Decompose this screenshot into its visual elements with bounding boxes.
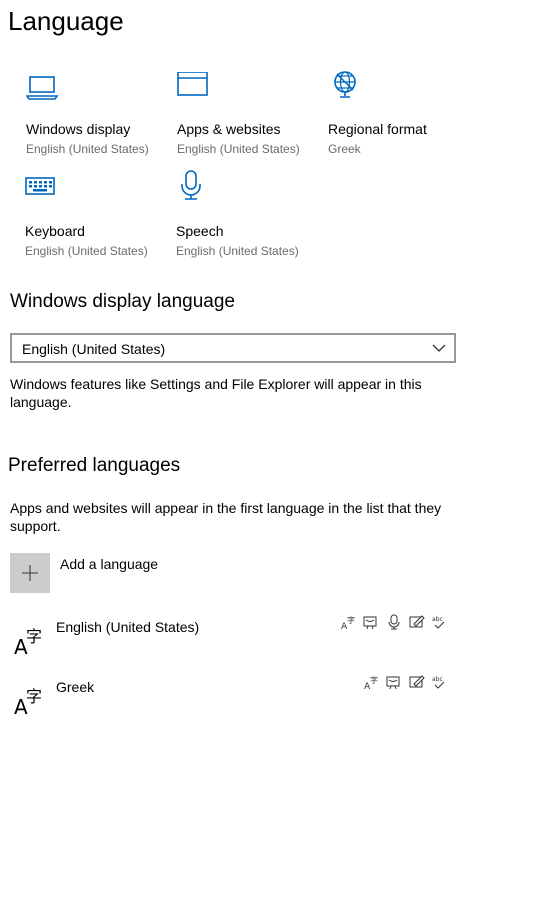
- language-name: English (United States): [56, 619, 200, 635]
- language-name: Greek: [56, 679, 95, 695]
- tile-subtitle: English (United States): [176, 244, 299, 258]
- svg-text:字: 字: [347, 615, 355, 625]
- svg-text:abc: abc: [432, 616, 443, 623]
- globe-icon: [334, 71, 356, 98]
- preferred-languages-heading: Preferred languages: [8, 455, 181, 476]
- language-glyph-icon: A 字: [14, 687, 42, 716]
- tile-title: Apps & websites: [177, 121, 281, 137]
- language-pack-icon: A 字: [341, 615, 355, 630]
- svg-text:abc: abc: [432, 676, 443, 683]
- tile-speech[interactable]: Speech English (United States): [176, 170, 316, 264]
- browser-window-icon: [177, 72, 208, 96]
- language-glyph-icon: A 字: [14, 627, 42, 656]
- tile-subtitle: English (United States): [26, 142, 149, 156]
- tile-title: Keyboard: [25, 223, 85, 239]
- microphone-icon: [181, 170, 201, 200]
- tile-title: Windows display: [26, 121, 131, 137]
- add-language-label[interactable]: Add a language: [60, 555, 158, 573]
- text-to-speech-icon: [386, 676, 400, 690]
- laptop-icon: [26, 76, 59, 100]
- spellcheck-icon: abc: [432, 616, 445, 629]
- tile-windows-display[interactable]: Windows display English (United States): [26, 72, 166, 162]
- preferred-languages-description: Apps and websites will appear in the fir…: [10, 500, 442, 534]
- spellcheck-icon: abc: [432, 676, 445, 689]
- tile-regional-format[interactable]: Regional format Greek: [328, 71, 468, 162]
- tile-subtitle: Greek: [328, 142, 361, 156]
- tile-keyboard[interactable]: Keyboard English (United States): [25, 174, 165, 264]
- language-item-english[interactable]: A 字 English (United States) A 字 abc: [10, 614, 450, 666]
- speech-recognition-icon: [388, 614, 400, 630]
- tile-subtitle: English (United States): [25, 244, 148, 258]
- tile-subtitle: English (United States): [177, 142, 300, 156]
- language-item-greek[interactable]: A 字 Greek A 字 abc: [10, 674, 450, 726]
- svg-text:字: 字: [26, 687, 42, 706]
- tile-title: Speech: [176, 223, 224, 239]
- add-language-button[interactable]: [10, 553, 50, 593]
- keyboard-icon: [25, 177, 55, 195]
- handwriting-icon: [409, 675, 425, 688]
- chevron-down-icon: [432, 344, 446, 352]
- language-pack-icon: A 字: [364, 675, 378, 690]
- tile-title: Regional format: [328, 121, 427, 137]
- handwriting-icon: [409, 615, 425, 628]
- display-language-dropdown[interactable]: English (United States): [10, 333, 456, 363]
- plus-icon: [22, 565, 38, 581]
- display-language-description: Windows features like Settings and File …: [10, 376, 422, 410]
- svg-text:字: 字: [26, 627, 42, 646]
- tile-apps-websites[interactable]: Apps & websites English (United States): [177, 72, 317, 162]
- svg-text:字: 字: [370, 675, 378, 685]
- dropdown-selected-value: English (United States): [22, 341, 166, 357]
- display-language-heading: Windows display language: [10, 291, 235, 312]
- text-to-speech-icon: [363, 616, 377, 630]
- page-title: Language: [8, 6, 124, 36]
